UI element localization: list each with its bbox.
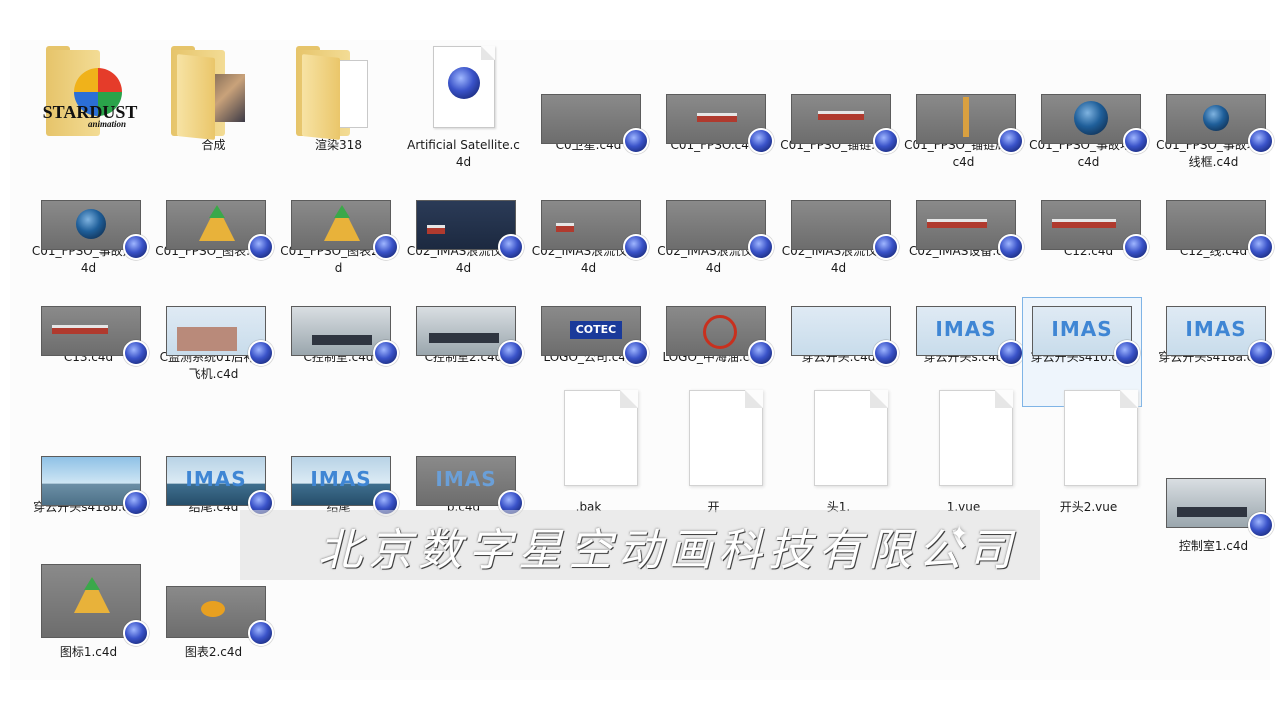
file-item[interactable]: 穿云开头s418b.c4d xyxy=(26,402,151,516)
file-item[interactable]: 图标1.c4d xyxy=(26,512,151,661)
file-item[interactable]: 穿云开头.c4d xyxy=(776,252,901,366)
c4d-badge-icon xyxy=(873,340,899,366)
c4d-badge-icon xyxy=(123,620,149,646)
file-item[interactable]: IMAS 穿云开头s.c4d xyxy=(901,252,1026,366)
watermark-text: 北京数字星空动画科技有限公司 xyxy=(318,525,1018,576)
stardust-logo: STARDUST animation xyxy=(42,102,138,129)
file-item[interactable]: C控制室2.c4d xyxy=(401,252,526,366)
c4d-badge-icon xyxy=(373,340,399,366)
file-item[interactable]: C01_FPSO_图表.c4d xyxy=(151,146,276,260)
file-item[interactable]: LOGO_中海油.c4d xyxy=(651,252,776,366)
file-item[interactable]: IMAS 结尾 xyxy=(276,402,401,516)
c4d-badge-icon xyxy=(1248,512,1274,538)
file-item[interactable]: C0卫星.c4d xyxy=(526,40,651,154)
file-explorer-pane: STARDUST animation 合成 渲染318 Artificial S… xyxy=(10,40,1274,680)
folder-stardust[interactable]: STARDUST animation xyxy=(26,40,151,136)
file-item[interactable]: .bak xyxy=(526,388,651,516)
file-label: 开头2.vue xyxy=(1059,500,1118,514)
file-item[interactable]: C13.c4d xyxy=(26,252,151,366)
file-item[interactable]: IMAS 结尾.c4d xyxy=(151,402,276,516)
file-item[interactable]: IMAS 穿云开头s418a.c4d xyxy=(1151,252,1276,366)
blank-file-icon xyxy=(814,390,888,486)
file-item[interactable]: IMAS b.c4d xyxy=(401,402,526,516)
file-item[interactable]: 开 xyxy=(651,388,776,516)
c4d-badge-icon xyxy=(248,620,274,646)
file-item[interactable]: COTEC LOGO_公司.c4d xyxy=(526,252,651,366)
file-item[interactable]: 开头2.vue xyxy=(1026,388,1151,516)
blank-file-icon xyxy=(564,390,638,486)
file-label: 控制室1.c4d xyxy=(1178,539,1249,553)
c4d-badge-icon xyxy=(1114,340,1140,366)
file-item[interactable]: C02_IMAS设备.c4d xyxy=(901,146,1026,260)
blank-file-icon xyxy=(689,390,763,486)
file-item[interactable]: 控制室1.c4d xyxy=(1151,432,1276,555)
folder-item[interactable]: 合成 xyxy=(151,40,276,154)
file-label: 图表2.c4d xyxy=(184,645,243,659)
file-label: 图标1.c4d xyxy=(59,645,118,659)
c4d-badge-icon xyxy=(498,340,524,366)
file-item[interactable]: C控制室.c4d xyxy=(276,252,401,366)
folder-icon xyxy=(296,46,378,140)
file-item[interactable]: C01_FPSO.c4d xyxy=(651,40,776,154)
c4d-badge-icon xyxy=(248,340,274,366)
blank-file-icon xyxy=(1064,390,1138,486)
file-item[interactable]: C监测系统01后补换飞机.c4d xyxy=(151,252,276,383)
c4d-badge-icon xyxy=(1248,340,1274,366)
c4d-badge-icon xyxy=(748,340,774,366)
c4d-badge-icon xyxy=(998,340,1024,366)
blank-file-icon xyxy=(939,390,1013,486)
file-item[interactable]: C12_线.c4d xyxy=(1151,146,1276,260)
file-item[interactable]: 头1. xyxy=(776,388,901,516)
c4d-badge-icon xyxy=(623,340,649,366)
folder-item[interactable]: 渲染318 xyxy=(276,40,401,154)
file-item[interactable]: C01_FPSO_锚链.c4d xyxy=(776,40,901,154)
c4d-file-icon xyxy=(433,46,495,128)
sparkle-icon: ✦ xyxy=(950,522,969,547)
file-item[interactable]: 1.vue xyxy=(901,388,1026,516)
folder-icon: STARDUST animation xyxy=(43,46,137,138)
file-item[interactable]: C12.c4d xyxy=(1026,146,1151,260)
c4d-badge-icon xyxy=(123,340,149,366)
folder-icon xyxy=(171,46,253,140)
